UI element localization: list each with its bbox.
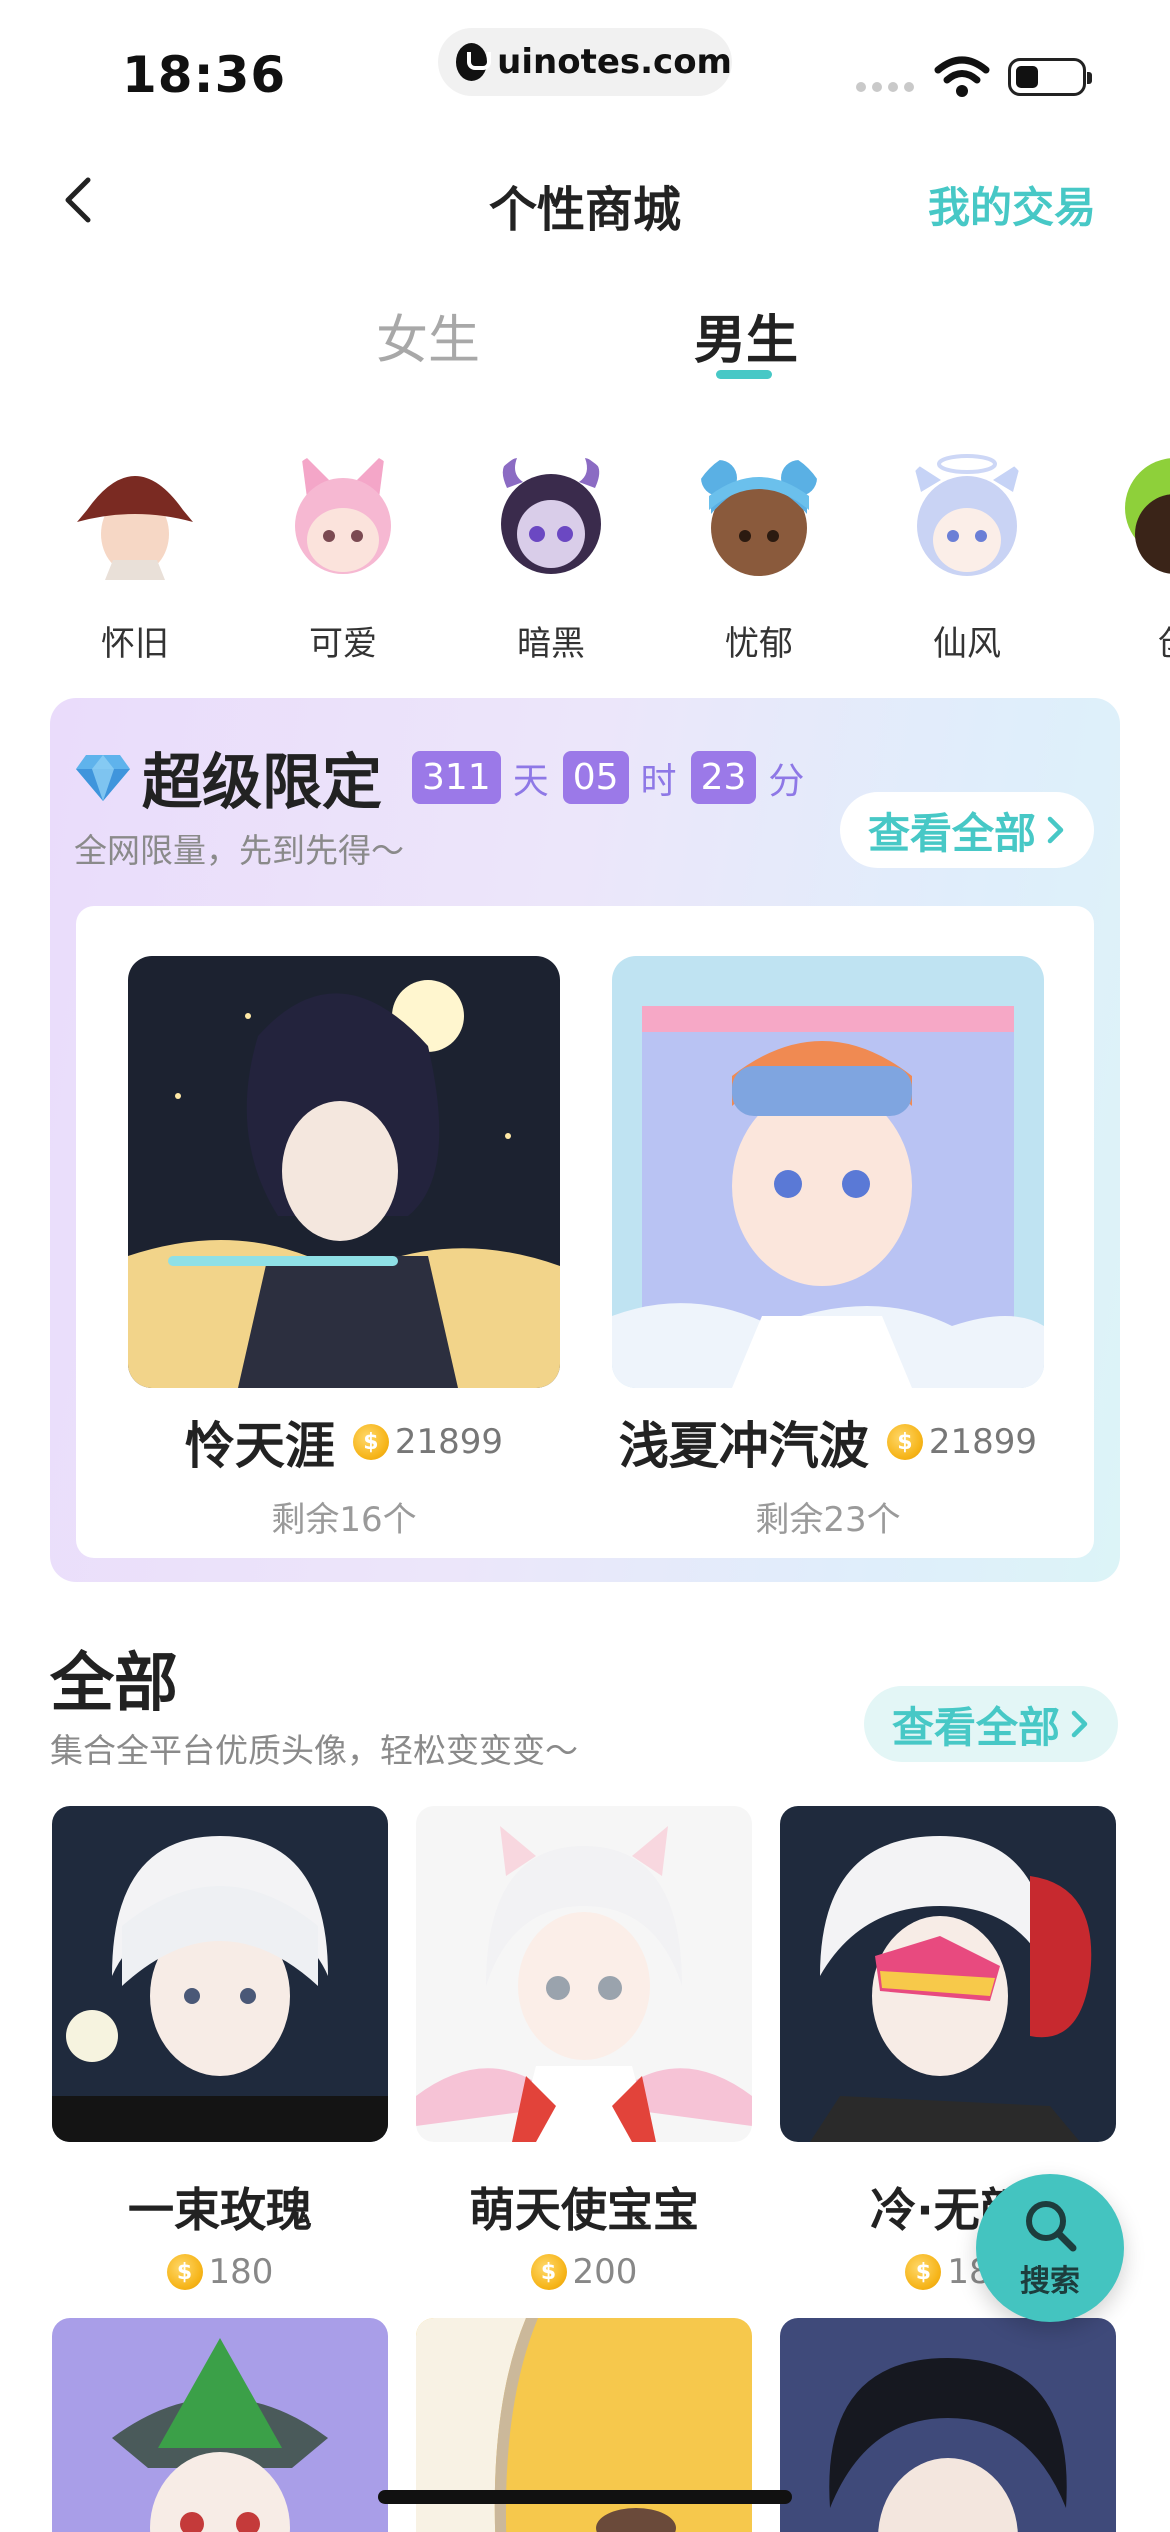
limited-item-name-row: 怜天涯 $ 21899 <box>128 1406 560 1478</box>
search-button[interactable]: 搜索 <box>976 2174 1124 2322</box>
url-pill[interactable]: uinotes.com <box>438 28 732 96</box>
product-name: 一束玫瑰 <box>128 2183 312 2237</box>
chevron-right-icon <box>1047 816 1064 844</box>
product-name: 萌天使宝宝 <box>469 2183 699 2237</box>
dark-avatar-icon <box>501 458 601 574</box>
coin-icon: $ <box>166 2254 203 2290</box>
category-row: 怀旧 可爱 暗黑 忧郁 仙风 <box>0 448 1170 668</box>
category-label: 忧郁 <box>725 624 793 664</box>
product-image <box>780 2318 1116 2532</box>
coin-icon: $ <box>886 1424 923 1460</box>
view-all-label: 查看全部 <box>891 1702 1060 1752</box>
countdown-hours-unit: 时 <box>640 760 677 802</box>
product-image <box>416 1806 752 2142</box>
product-card[interactable]: 一束玫瑰 $ 180 <box>52 1806 388 2292</box>
limited-subtitle: 全网限量，先到先得～ <box>74 831 404 870</box>
limited-header: 超级限定 311 天 05 时 23 分 <box>74 734 818 821</box>
limited-item-name-row: 浅夏冲汽波 $ 21899 <box>612 1406 1044 1478</box>
countdown-days-unit: 天 <box>512 760 549 802</box>
url-text: uinotes.com <box>497 42 732 82</box>
search-label: 搜索 <box>1020 2264 1080 2299</box>
melancholy-avatar-icon <box>701 460 817 576</box>
category-label: 暗黑 <box>517 624 585 664</box>
product-card[interactable] <box>52 2318 388 2532</box>
search-icon <box>1026 2201 1077 2252</box>
product-price-row: $ 200 <box>416 2252 752 2292</box>
category-item-melancholy[interactable]: 忧郁 <box>684 448 834 665</box>
product-price: 200 <box>572 2252 638 2292</box>
countdown-minutes: 23 <box>690 751 757 804</box>
site-logo-icon <box>456 43 492 81</box>
tab-girl[interactable]: 女生 <box>376 298 480 373</box>
limited-view-all-button[interactable]: 查看全部 <box>839 792 1094 868</box>
category-label: 仙风 <box>933 624 1001 664</box>
limited-item-remaining: 剩余16个 <box>271 1500 417 1540</box>
status-time: 18:36 <box>122 46 287 104</box>
product-price-row: $ 180 <box>52 2252 388 2292</box>
limited-item[interactable]: 怜天涯 $ 21899 剩余16个 <box>128 956 560 1541</box>
product-card[interactable]: 萌天使宝宝 $ 200 <box>416 1806 752 2292</box>
product-card[interactable] <box>780 2318 1116 2532</box>
product-image <box>52 2318 388 2532</box>
fairy-avatar-icon <box>913 454 1021 576</box>
limited-item-price: 21899 <box>394 1422 504 1462</box>
coin-icon: $ <box>905 2254 942 2290</box>
wifi-icon <box>934 56 990 97</box>
category-label: 可爱 <box>309 624 377 664</box>
limited-item-price: 21899 <box>928 1422 1038 1462</box>
cute-avatar-icon <box>295 452 391 574</box>
category-item-creative[interactable]: 创 <box>1100 448 1170 665</box>
view-all-label: 查看全部 <box>867 808 1036 858</box>
nav-bar: 个性商城 我的交易 <box>0 140 1170 260</box>
all-section-subtitle: 集合全平台优质头像，轻松变变变～ <box>50 1731 578 1770</box>
category-item-dark[interactable]: 暗黑 <box>476 448 626 665</box>
countdown-minutes-unit: 分 <box>768 760 805 802</box>
category-label: 创 <box>1100 616 1170 665</box>
product-image <box>780 1806 1116 2142</box>
all-section-title: 全部 <box>50 1647 178 1721</box>
category-item-cute[interactable]: 可爱 <box>268 448 418 665</box>
nostalgic-avatar-icon <box>77 476 193 580</box>
limited-title: 超级限定 <box>142 748 382 818</box>
coin-icon: $ <box>352 1424 389 1460</box>
limited-item-image <box>612 956 1044 1388</box>
chevron-right-icon <box>1071 1710 1088 1738</box>
limited-item-image <box>128 956 560 1388</box>
super-limited-section: 超级限定 311 天 05 时 23 分 全网限量，先到先得～ 查看全部 怜天涯 <box>50 698 1120 1582</box>
diamond-icon <box>76 754 130 801</box>
home-indicator[interactable] <box>378 2490 792 2504</box>
limited-item-name: 浅夏冲汽波 <box>618 1417 869 1475</box>
my-trades-link[interactable]: 我的交易 <box>928 174 1096 235</box>
all-view-all-button[interactable]: 查看全部 <box>863 1686 1118 1762</box>
creative-avatar-icon <box>1125 458 1170 574</box>
limited-item-name: 怜天涯 <box>184 1417 335 1475</box>
coin-icon: $ <box>530 2254 567 2290</box>
limited-item-remaining: 剩余23个 <box>755 1500 901 1540</box>
category-item-fairy[interactable]: 仙风 <box>892 448 1042 665</box>
gender-tabs: 女生 男生 <box>0 298 1170 388</box>
product-image <box>52 1806 388 2142</box>
status-bar: 18:36 uinotes.com <box>0 0 1170 130</box>
countdown-days: 311 <box>412 751 501 804</box>
tab-boy[interactable]: 男生 <box>694 298 798 373</box>
countdown-hours: 05 <box>562 751 629 804</box>
limited-items-card: 怜天涯 $ 21899 剩余16个 浅夏冲汽波 $ 21899 剩余23个 <box>76 906 1094 1558</box>
battery-icon <box>1008 58 1092 96</box>
signal-icon <box>856 82 914 92</box>
product-price: 180 <box>208 2252 274 2292</box>
category-item-nostalgic[interactable]: 怀旧 <box>60 448 210 665</box>
limited-item[interactable]: 浅夏冲汽波 $ 21899 剩余23个 <box>612 956 1044 1541</box>
category-label: 怀旧 <box>101 624 169 664</box>
active-tab-indicator <box>716 370 772 379</box>
